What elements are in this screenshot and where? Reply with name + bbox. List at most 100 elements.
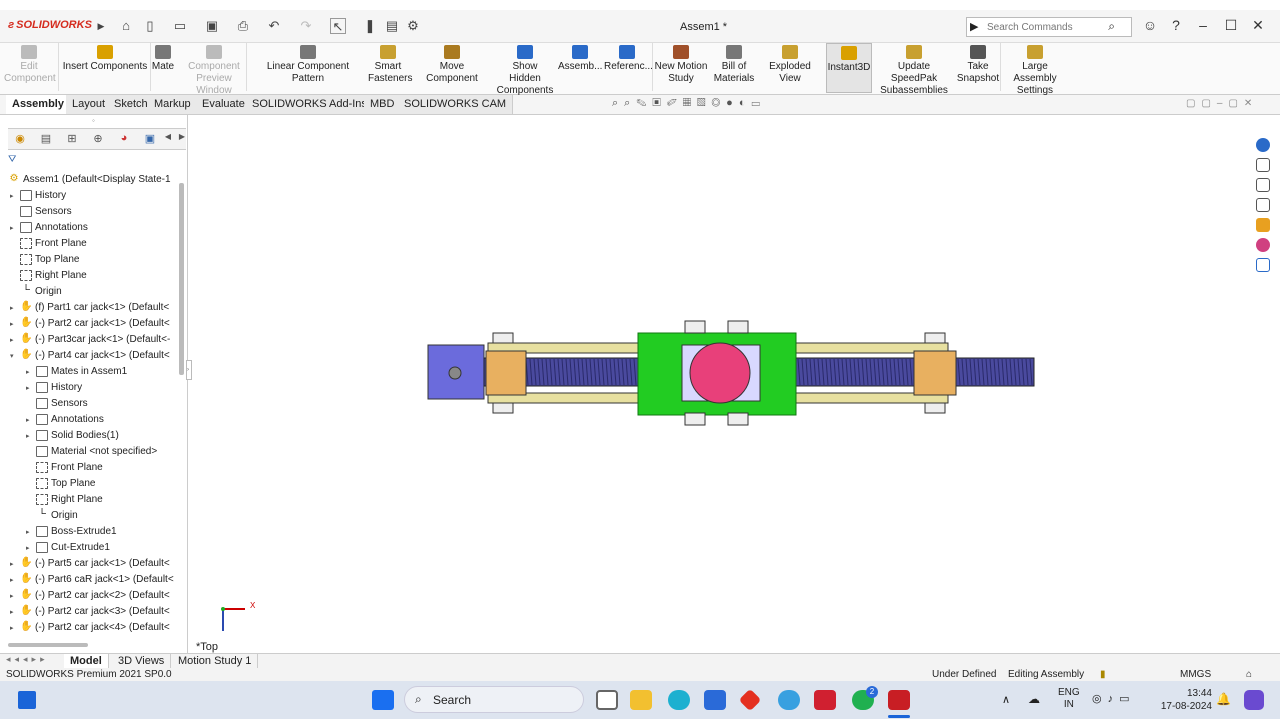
new-document-icon[interactable]: ▯ xyxy=(142,18,158,34)
bottom-tab-3d-views[interactable]: 3D Views xyxy=(112,654,172,669)
tab-solidworks-add-ins[interactable]: SOLIDWORKS Add-Ins xyxy=(246,95,374,114)
tree-item[interactable]: ▸ Solid Bodies(1) xyxy=(8,428,180,444)
design-library-home-icon[interactable] xyxy=(1256,158,1270,172)
redo-icon[interactable]: ↷ xyxy=(298,18,314,34)
ribbon-move-component-button[interactable]: Move Component xyxy=(414,43,490,85)
search-commands-input[interactable]: ▶ Search Commands ⌕ xyxy=(966,17,1132,37)
panel-collapse-handle[interactable]: ◦ xyxy=(92,116,95,125)
onedrive-icon[interactable]: ☁ xyxy=(1028,692,1040,706)
expand-arrow-icon[interactable]: ▸ xyxy=(10,589,20,604)
tree-item[interactable]: Front Plane xyxy=(8,460,180,476)
expand-arrow-icon[interactable]: ▸ xyxy=(10,301,20,316)
tree-item[interactable]: ▸ ✋ (f) Part1 car jack<1> (Default< xyxy=(8,300,180,316)
expand-arrow-icon[interactable]: ▸ xyxy=(26,429,36,444)
expand-arrow-icon[interactable]: ▸ xyxy=(26,381,36,396)
file-properties-icon[interactable]: ▤ xyxy=(384,18,400,34)
edge-icon[interactable] xyxy=(668,690,690,710)
ribbon-take-snapshot-button[interactable]: Take Snapshot xyxy=(956,43,1000,85)
dimxpert-tab-icon[interactable]: ⊕ xyxy=(90,132,106,146)
bottom-tab-motion-study-1[interactable]: Motion Study 1 xyxy=(172,654,259,669)
appearances-icon[interactable] xyxy=(1256,238,1270,252)
close-button[interactable]: ✕ xyxy=(1248,17,1268,35)
rebuild-status-icon[interactable]: ▮ xyxy=(1100,668,1106,681)
expand-arrow-icon[interactable]: ▸ xyxy=(26,525,36,540)
tree-item[interactable]: ▸ ✋ (-) Part2 car jack<3> (Default< xyxy=(8,604,180,620)
tab-markup[interactable]: Markup xyxy=(148,95,198,114)
cam-tab-icon[interactable]: ▣ xyxy=(142,132,158,146)
tree-item[interactable]: └ Origin xyxy=(8,284,180,300)
expand-arrow-icon[interactable]: ▸ xyxy=(10,621,20,636)
tree-item[interactable]: ▾ ✋ (-) Part4 car jack<1> (Default< xyxy=(8,348,180,364)
graphics-viewport[interactable]: X *Top xyxy=(188,115,1248,653)
file-explorer-icon[interactable] xyxy=(1256,198,1270,212)
account-icon[interactable]: ☺ xyxy=(1140,17,1160,35)
ribbon-assemb-button[interactable]: Assemb... xyxy=(558,43,602,73)
options-icon[interactable]: ⚙ xyxy=(405,18,421,34)
expand-arrow-icon[interactable]: ▸ xyxy=(10,557,20,572)
notification-bell-icon[interactable]: 🔔 xyxy=(1216,692,1231,706)
tree-item[interactable]: Front Plane xyxy=(8,236,180,252)
menu-expand-icon[interactable]: ▶ xyxy=(93,18,109,34)
rebuild-icon[interactable]: ❚ xyxy=(362,18,378,34)
custom-properties-icon[interactable] xyxy=(1256,258,1270,272)
property-manager-tab-icon[interactable]: ▤ xyxy=(38,132,54,146)
home-icon[interactable]: ⌂ xyxy=(118,18,134,34)
help-icon[interactable]: ? xyxy=(1166,17,1186,35)
viewport-window-controls[interactable]: ▢▢–▢✕ xyxy=(1186,98,1258,109)
save-icon[interactable]: ▣ xyxy=(204,18,220,34)
ribbon-large-assembly-settings-button[interactable]: Large Assembly Settings xyxy=(1002,43,1068,97)
tab-nav-arrows[interactable]: ◂◂◂▸▸ xyxy=(6,654,49,665)
ribbon-mate-button[interactable]: Mate xyxy=(150,43,176,73)
tree-item[interactable]: Right Plane xyxy=(8,268,180,284)
file-explorer-taskbar-icon[interactable] xyxy=(630,690,652,710)
ribbon-linear-component-pattern-button[interactable]: Linear Component Pattern xyxy=(252,43,364,85)
store-icon[interactable] xyxy=(704,690,726,710)
tab-assembly[interactable]: Assembly xyxy=(6,95,71,114)
feature-manager-tab-icon[interactable]: ◉ xyxy=(12,132,28,146)
tree-item[interactable]: ▸ ✋ (-) Part6 caR jack<1> (Default< xyxy=(8,572,180,588)
tree-item[interactable]: ▸ Mates in Assem1 xyxy=(8,364,180,380)
heads-up-view-toolbar[interactable]: ⌕⌕✎▣✐▦▧◎●◐▭ xyxy=(612,97,852,113)
ribbon-bill-of-materials-button[interactable]: Bill of Materials xyxy=(712,43,756,85)
tree-item[interactable]: ▸ ✋ (-) Part3car jack<1> (Default<- xyxy=(8,332,180,348)
undo-icon[interactable]: ↶ xyxy=(266,18,282,34)
open-icon[interactable]: ▭ xyxy=(172,18,188,34)
tree-item[interactable]: Sensors xyxy=(8,204,180,220)
app-blue-icon[interactable] xyxy=(778,690,800,710)
ribbon-new-motion-study-button[interactable]: New Motion Study xyxy=(654,43,708,85)
hidden-icons-chevron[interactable]: ∧ xyxy=(1002,693,1010,706)
solidworks-resources-icon[interactable] xyxy=(1256,138,1270,152)
tree-item[interactable]: ▸ Annotations xyxy=(8,412,180,428)
configuration-manager-tab-icon[interactable]: ⊞ xyxy=(64,132,80,146)
design-library-icon[interactable] xyxy=(1256,178,1270,192)
start-icon[interactable] xyxy=(372,690,394,710)
search-icon[interactable]: ⌕ xyxy=(1108,19,1115,34)
tree-item[interactable]: Right Plane xyxy=(8,492,180,508)
expand-arrow-icon[interactable]: ▸ xyxy=(26,413,36,428)
tree-item[interactable]: Top Plane xyxy=(8,476,180,492)
tab-solidworks-cam[interactable]: SOLIDWORKS CAM xyxy=(398,95,514,114)
ribbon-smart-fasteners-button[interactable]: Smart Fasteners xyxy=(368,43,412,85)
tree-item[interactable]: ▸ ✋ (-) Part2 car jack<2> (Default< xyxy=(8,588,180,604)
system-tray-icons[interactable]: ◎♪▭ xyxy=(1092,692,1136,705)
print-icon[interactable]: ⎙ xyxy=(235,18,251,34)
tree-horizontal-scrollbar[interactable] xyxy=(8,643,88,647)
expand-arrow-icon[interactable]: ▸ xyxy=(10,317,20,332)
tab-mbd[interactable]: MBD xyxy=(364,95,402,114)
tree-scrollbar[interactable] xyxy=(179,183,184,375)
tree-item[interactable]: Sensors xyxy=(8,396,180,412)
status-options-icon[interactable]: ⌂ xyxy=(1246,668,1252,681)
ribbon-insert-components-button[interactable]: Insert Components xyxy=(62,43,148,73)
expand-arrow-icon[interactable]: ▸ xyxy=(10,221,20,236)
units-selector[interactable]: MMGS xyxy=(1180,668,1211,681)
solidworks-taskbar-icon[interactable] xyxy=(888,690,910,710)
bottom-tab-model[interactable]: Model xyxy=(64,654,109,669)
minimize-button[interactable]: – xyxy=(1193,17,1213,35)
display-manager-tab-icon[interactable]: ◕ xyxy=(116,132,132,146)
tree-item[interactable]: Material <not specified> xyxy=(8,444,180,460)
expand-arrow-icon[interactable]: ▸ xyxy=(10,605,20,620)
tree-item[interactable]: Top Plane xyxy=(8,252,180,268)
tree-filter[interactable]: ⛛ xyxy=(8,153,186,169)
ribbon-component-preview-window-button[interactable]: Component Preview Window xyxy=(178,43,250,97)
ribbon-show-hidden-components-button[interactable]: Show Hidden Components xyxy=(496,43,554,97)
